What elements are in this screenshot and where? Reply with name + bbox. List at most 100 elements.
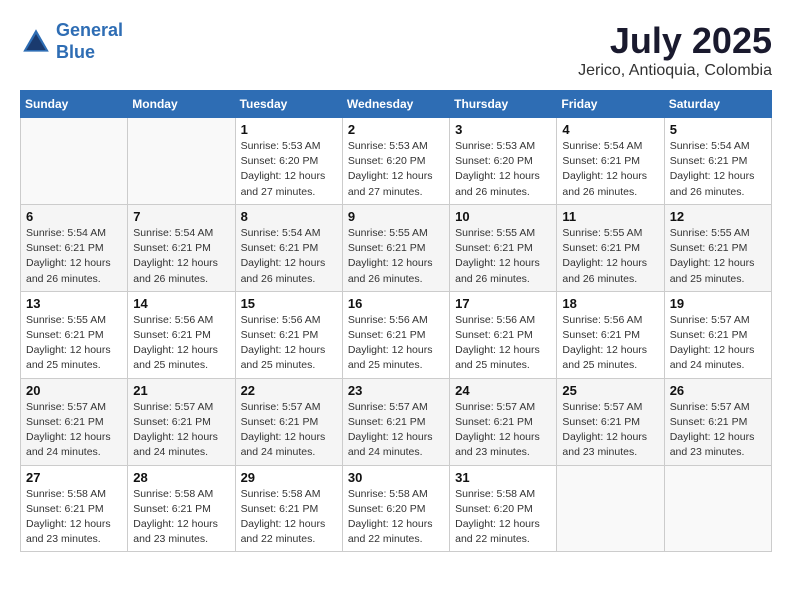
day-number: 20 (26, 383, 122, 398)
page-header: General Blue July 2025 Jerico, Antioquia… (20, 20, 772, 80)
day-number: 13 (26, 296, 122, 311)
cell-info: Sunrise: 5:55 AM Sunset: 6:21 PM Dayligh… (348, 226, 444, 287)
calendar-cell: 28Sunrise: 5:58 AM Sunset: 6:21 PM Dayli… (128, 465, 235, 552)
day-number: 22 (241, 383, 337, 398)
day-number: 14 (133, 296, 229, 311)
day-number: 29 (241, 470, 337, 485)
weekday-header-sunday: Sunday (21, 91, 128, 118)
calendar-cell: 15 Sunrise: 5:56 AM Sunset: 6:21 PM Dayli… (235, 291, 342, 378)
day-number: 15 (241, 296, 337, 311)
calendar-cell: 19 Sunrise: 5:57 AM Sunset: 6:21 PM Dayli… (664, 291, 771, 378)
calendar-cell (21, 118, 128, 205)
day-number: 21 (133, 383, 229, 398)
calendar-cell: 21 Sunrise: 5:57 AM Sunset: 6:21 PM Dayli… (128, 378, 235, 465)
calendar-cell: 4 Sunrise: 5:54 AM Sunset: 6:21 PM Daylig… (557, 118, 664, 205)
cell-info: Sunrise: 5:58 AM Sunset: 6:21 PM Dayligh… (26, 487, 122, 548)
week-row-4: 20 Sunrise: 5:57 AM Sunset: 6:21 PM Dayli… (21, 378, 772, 465)
weekday-header-wednesday: Wednesday (342, 91, 449, 118)
week-row-5: 27 Sunrise: 5:58 AM Sunset: 6:21 PM Dayli… (21, 465, 772, 552)
day-number: 6 (26, 209, 122, 224)
calendar-cell: 2 Sunrise: 5:53 AM Sunset: 6:20 PM Daylig… (342, 118, 449, 205)
day-number: 11 (562, 209, 658, 224)
calendar-cell: 17Sunrise: 5:56 AM Sunset: 6:21 PM Dayli… (450, 291, 557, 378)
week-row-3: 13 Sunrise: 5:55 AM Sunset: 6:21 PM Dayli… (21, 291, 772, 378)
calendar-cell: 11 Sunrise: 5:55 AM Sunset: 6:21 PM Dayli… (557, 204, 664, 291)
calendar-cell: 5 Sunrise: 5:54 AM Sunset: 6:21 PM Daylig… (664, 118, 771, 205)
weekday-header-tuesday: Tuesday (235, 91, 342, 118)
cell-info: Sunrise: 5:55 AM Sunset: 6:21 PM Dayligh… (670, 226, 766, 287)
cell-info: Sunrise: 5:53 AM Sunset: 6:20 PM Dayligh… (241, 139, 337, 200)
weekday-header-saturday: Saturday (664, 91, 771, 118)
cell-info: Sunrise: 5:54 AM Sunset: 6:21 PM Dayligh… (26, 226, 122, 287)
cell-info: Sunrise: 5:57 AM Sunset: 6:21 PM Dayligh… (133, 400, 229, 461)
calendar-cell: 24Sunrise: 5:57 AM Sunset: 6:21 PM Dayli… (450, 378, 557, 465)
calendar-cell: 26Sunrise: 5:57 AM Sunset: 6:21 PM Dayli… (664, 378, 771, 465)
day-number: 17 (455, 296, 551, 311)
logo-icon (20, 26, 52, 58)
cell-info: Sunrise: 5:57 AM Sunset: 6:21 PM Dayligh… (241, 400, 337, 461)
cell-info: Sunrise: 5:57 AM Sunset: 6:21 PM Dayligh… (562, 400, 658, 461)
calendar-cell (557, 465, 664, 552)
day-number: 3 (455, 122, 551, 137)
calendar-cell: 7 Sunrise: 5:54 AM Sunset: 6:21 PM Daylig… (128, 204, 235, 291)
calendar-cell: 22 Sunrise: 5:57 AM Sunset: 6:21 PM Dayli… (235, 378, 342, 465)
cell-info: Sunrise: 5:55 AM Sunset: 6:21 PM Dayligh… (26, 313, 122, 374)
cell-info: Sunrise: 5:53 AM Sunset: 6:20 PM Dayligh… (455, 139, 551, 200)
cell-info: Sunrise: 5:58 AM Sunset: 6:20 PM Dayligh… (455, 487, 551, 548)
cell-info: Sunrise: 5:55 AM Sunset: 6:21 PM Dayligh… (562, 226, 658, 287)
day-number: 27 (26, 470, 122, 485)
calendar-cell (128, 118, 235, 205)
cell-info: Sunrise: 5:54 AM Sunset: 6:21 PM Dayligh… (562, 139, 658, 200)
logo: General Blue (20, 20, 123, 63)
week-row-1: 1 Sunrise: 5:53 AM Sunset: 6:20 PM Daylig… (21, 118, 772, 205)
calendar-cell: 9Sunrise: 5:55 AM Sunset: 6:21 PM Daylig… (342, 204, 449, 291)
day-number: 25 (562, 383, 658, 398)
month-title: July 2025 (578, 20, 772, 62)
cell-info: Sunrise: 5:57 AM Sunset: 6:21 PM Dayligh… (348, 400, 444, 461)
cell-info: Sunrise: 5:56 AM Sunset: 6:21 PM Dayligh… (348, 313, 444, 374)
cell-info: Sunrise: 5:56 AM Sunset: 6:21 PM Dayligh… (241, 313, 337, 374)
day-number: 26 (670, 383, 766, 398)
day-number: 19 (670, 296, 766, 311)
calendar-cell: 29Sunrise: 5:58 AM Sunset: 6:21 PM Dayli… (235, 465, 342, 552)
day-number: 1 (241, 122, 337, 137)
day-number: 10 (455, 209, 551, 224)
cell-info: Sunrise: 5:57 AM Sunset: 6:21 PM Dayligh… (26, 400, 122, 461)
calendar-cell: 30Sunrise: 5:58 AM Sunset: 6:20 PM Dayli… (342, 465, 449, 552)
cell-info: Sunrise: 5:54 AM Sunset: 6:21 PM Dayligh… (133, 226, 229, 287)
weekday-header-monday: Monday (128, 91, 235, 118)
calendar-cell: 8Sunrise: 5:54 AM Sunset: 6:21 PM Daylig… (235, 204, 342, 291)
calendar-cell: 25 Sunrise: 5:57 AM Sunset: 6:21 PM Dayli… (557, 378, 664, 465)
day-number: 16 (348, 296, 444, 311)
cell-info: Sunrise: 5:56 AM Sunset: 6:21 PM Dayligh… (133, 313, 229, 374)
day-number: 7 (133, 209, 229, 224)
day-number: 4 (562, 122, 658, 137)
day-number: 5 (670, 122, 766, 137)
calendar-cell: 27 Sunrise: 5:58 AM Sunset: 6:21 PM Dayli… (21, 465, 128, 552)
logo-line1: General (56, 20, 123, 40)
cell-info: Sunrise: 5:56 AM Sunset: 6:21 PM Dayligh… (562, 313, 658, 374)
calendar-cell: 16 Sunrise: 5:56 AM Sunset: 6:21 PM Dayli… (342, 291, 449, 378)
calendar-cell: 23 Sunrise: 5:57 AM Sunset: 6:21 PM Dayli… (342, 378, 449, 465)
day-number: 23 (348, 383, 444, 398)
weekday-header-thursday: Thursday (450, 91, 557, 118)
day-number: 28 (133, 470, 229, 485)
day-number: 2 (348, 122, 444, 137)
week-row-2: 6 Sunrise: 5:54 AM Sunset: 6:21 PM Daylig… (21, 204, 772, 291)
cell-info: Sunrise: 5:58 AM Sunset: 6:20 PM Dayligh… (348, 487, 444, 548)
cell-info: Sunrise: 5:57 AM Sunset: 6:21 PM Dayligh… (670, 313, 766, 374)
cell-info: Sunrise: 5:54 AM Sunset: 6:21 PM Dayligh… (670, 139, 766, 200)
cell-info: Sunrise: 5:53 AM Sunset: 6:20 PM Dayligh… (348, 139, 444, 200)
calendar-cell: 12Sunrise: 5:55 AM Sunset: 6:21 PM Dayli… (664, 204, 771, 291)
calendar-cell: 18Sunrise: 5:56 AM Sunset: 6:21 PM Dayli… (557, 291, 664, 378)
calendar-cell: 13 Sunrise: 5:55 AM Sunset: 6:21 PM Dayli… (21, 291, 128, 378)
calendar-cell: 6 Sunrise: 5:54 AM Sunset: 6:21 PM Daylig… (21, 204, 128, 291)
calendar-cell: 20 Sunrise: 5:57 AM Sunset: 6:21 PM Dayli… (21, 378, 128, 465)
calendar-cell: 31 Sunrise: 5:58 AM Sunset: 6:20 PM Dayli… (450, 465, 557, 552)
day-number: 24 (455, 383, 551, 398)
calendar-cell: 3 Sunrise: 5:53 AM Sunset: 6:20 PM Daylig… (450, 118, 557, 205)
day-number: 31 (455, 470, 551, 485)
logo-text: General Blue (56, 20, 123, 63)
calendar-cell: 1 Sunrise: 5:53 AM Sunset: 6:20 PM Daylig… (235, 118, 342, 205)
calendar-cell (664, 465, 771, 552)
